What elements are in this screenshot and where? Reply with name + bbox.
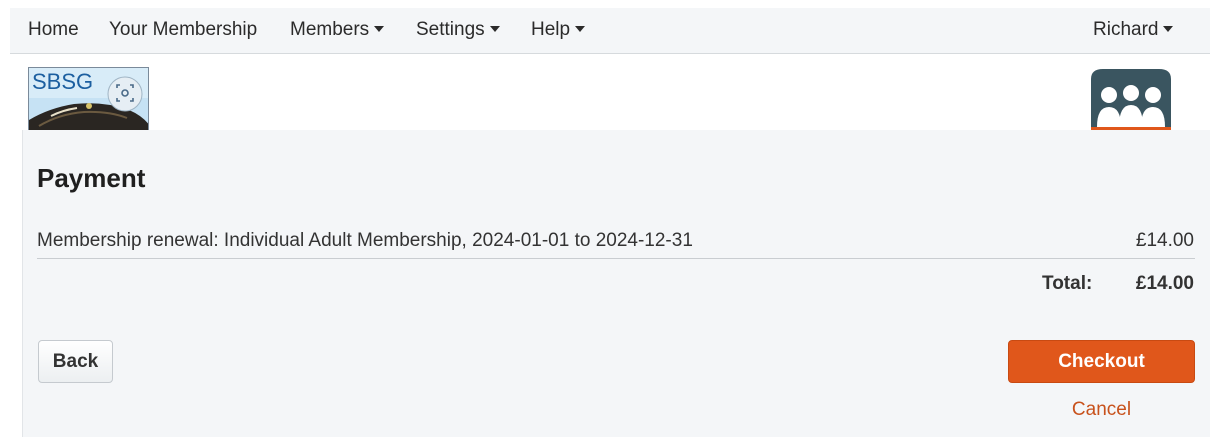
line-item-amount: £14.00	[1135, 230, 1194, 251]
top-navbar: Home Your Membership Members Settings He…	[10, 8, 1210, 54]
caret-down-icon	[1163, 26, 1174, 32]
payment-panel: Payment Membership renewal: Individual A…	[22, 130, 1210, 437]
line-item-description: Membership renewal: Individual Adult Mem…	[37, 230, 693, 251]
caret-down-icon	[489, 26, 500, 32]
membermojo-logo[interactable]	[1089, 67, 1173, 132]
nav-help-label: Help	[531, 19, 571, 40]
checkout-button[interactable]: Checkout	[1008, 340, 1195, 383]
nav-settings-label: Settings	[416, 19, 485, 40]
nav-members-label: Members	[290, 19, 370, 40]
back-button[interactable]: Back	[38, 340, 113, 383]
user-name: Richard	[1093, 19, 1159, 40]
nav-settings-menu[interactable]: Settings	[416, 19, 500, 41]
total-value: £14.00	[1135, 273, 1194, 294]
nav-members-menu[interactable]: Members	[290, 19, 385, 41]
organisation-logo-graphic: SBSG	[29, 68, 148, 131]
caret-down-icon	[374, 26, 385, 32]
divider	[37, 258, 1195, 259]
organisation-logo[interactable]: SBSG	[28, 67, 149, 132]
page-title: Payment	[37, 163, 146, 193]
nav-home[interactable]: Home	[28, 19, 79, 41]
user-menu[interactable]: Richard	[1093, 19, 1174, 41]
members-group-icon	[1091, 69, 1171, 132]
nav-help-menu[interactable]: Help	[531, 19, 586, 41]
organisation-logo-text: SBSG	[32, 69, 93, 94]
total-label: Total:	[1042, 273, 1093, 294]
cancel-link[interactable]: Cancel	[1008, 399, 1195, 421]
caret-down-icon	[575, 26, 586, 32]
nav-your-membership[interactable]: Your Membership	[109, 19, 257, 41]
